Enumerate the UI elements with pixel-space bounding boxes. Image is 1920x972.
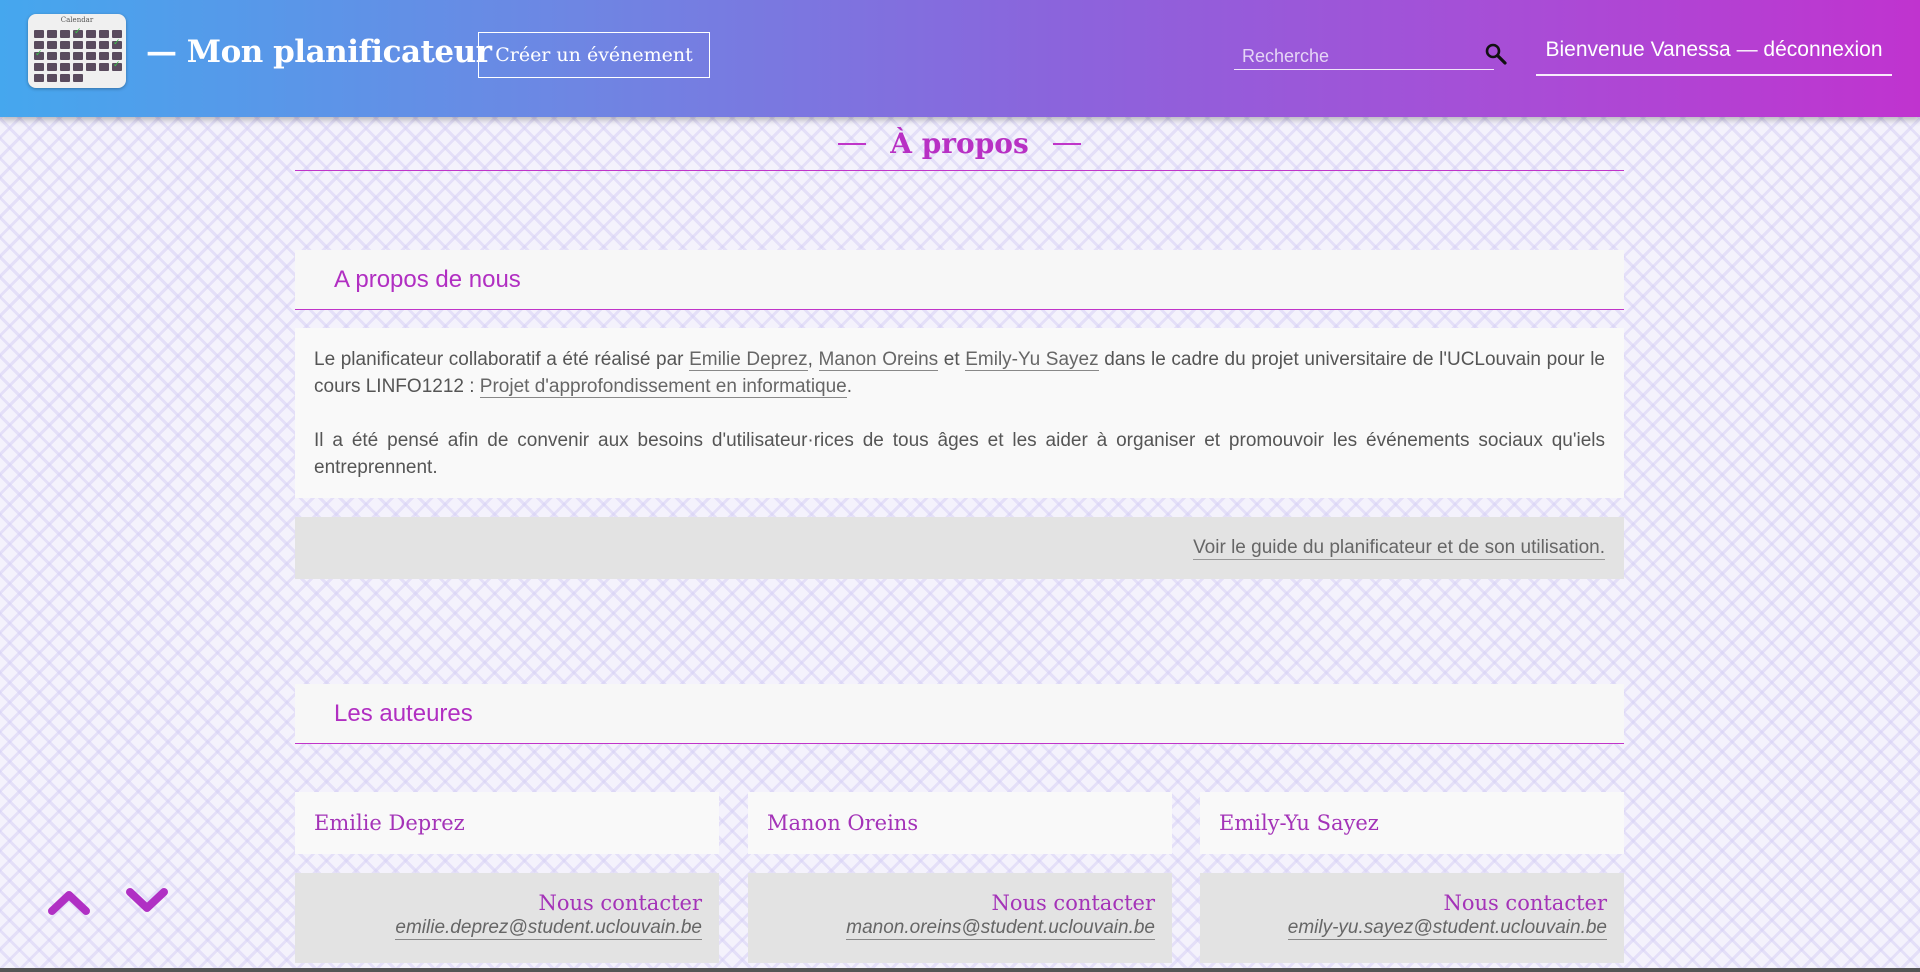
contact-label: Nous contacter [1443,891,1607,915]
title-dash-left [838,142,867,145]
search-icon[interactable] [1484,42,1508,66]
author-email-link[interactable]: emily-yu.sayez@student.uclouvain.be [1287,917,1607,940]
author-name: Emily-Yu Sayez [1219,811,1379,835]
author-card-footer: Nous contacter manon.oreins@student.uclo… [748,873,1172,963]
author-name: Manon Oreins [767,811,919,835]
author-link-emily-yu[interactable]: Emily-Yu Sayez [965,349,1099,371]
about-us-footer: Voir le guide du planificateur et de son… [295,517,1624,579]
author-email-link[interactable]: emilie.deprez@student.uclouvain.be [395,917,702,940]
contact-label: Nous contacter [538,891,702,915]
about-us-header: A propos de nous [295,250,1624,310]
contact-label: Nous contacter [991,891,1155,915]
guide-link[interactable]: Voir le guide du planificateur et de son… [1193,537,1605,560]
search-input[interactable] [1234,44,1494,70]
about-us-body: Le planificateur collaboratif a été réal… [295,328,1624,498]
top-navbar: Calendar — Mon planificateur Créer un év… [0,0,1920,117]
chevron-down-icon[interactable] [124,884,170,918]
title-dash-right [1052,142,1081,145]
course-link[interactable]: Projet d'approfondissement en informatiq… [479,376,847,398]
page-title-bar: À propos [295,117,1624,171]
author-card-header: Emilie Deprez [295,792,719,854]
welcome-logout-link[interactable]: Bienvenue Vanessa — déconnexion [1536,38,1892,76]
author-name: Emilie Deprez [314,811,465,835]
about-us-heading: A propos de nous [334,265,521,293]
authors-header: Les auteures [295,684,1624,744]
page-title: À propos [890,127,1029,160]
author-link-manon[interactable]: Manon Oreins [818,349,939,371]
chevron-up-icon[interactable] [46,884,92,918]
about-text: Le planificateur collaboratif a été réal… [314,349,690,370]
logo-grid [34,27,122,82]
about-paragraph-2: Il a été pensé afin de convenir aux beso… [314,430,1605,478]
author-card-header: Manon Oreins [748,792,1172,854]
author-email-link[interactable]: manon.oreins@student.uclouvain.be [846,917,1155,940]
brand-title[interactable]: — Mon planificateur [146,34,492,70]
calendar-logo-icon[interactable]: Calendar [28,14,126,88]
author-card-header: Emily-Yu Sayez [1200,792,1624,854]
author-card-footer: Nous contacter emily-yu.sayez@student.uc… [1200,873,1624,963]
logo-caption: Calendar [60,16,94,24]
bottom-border [0,968,1920,972]
separator-text: et [938,349,966,370]
about-text: . [846,376,853,397]
about-paragraph-1: Le planificateur collaboratif a été réal… [314,346,1605,400]
separator-text: , [807,349,819,370]
authors-heading: Les auteures [334,699,473,727]
author-card-footer: Nous contacter emilie.deprez@student.ucl… [295,873,719,963]
author-link-emilie[interactable]: Emilie Deprez [689,349,808,371]
create-event-button[interactable]: Créer un événement [478,32,710,78]
